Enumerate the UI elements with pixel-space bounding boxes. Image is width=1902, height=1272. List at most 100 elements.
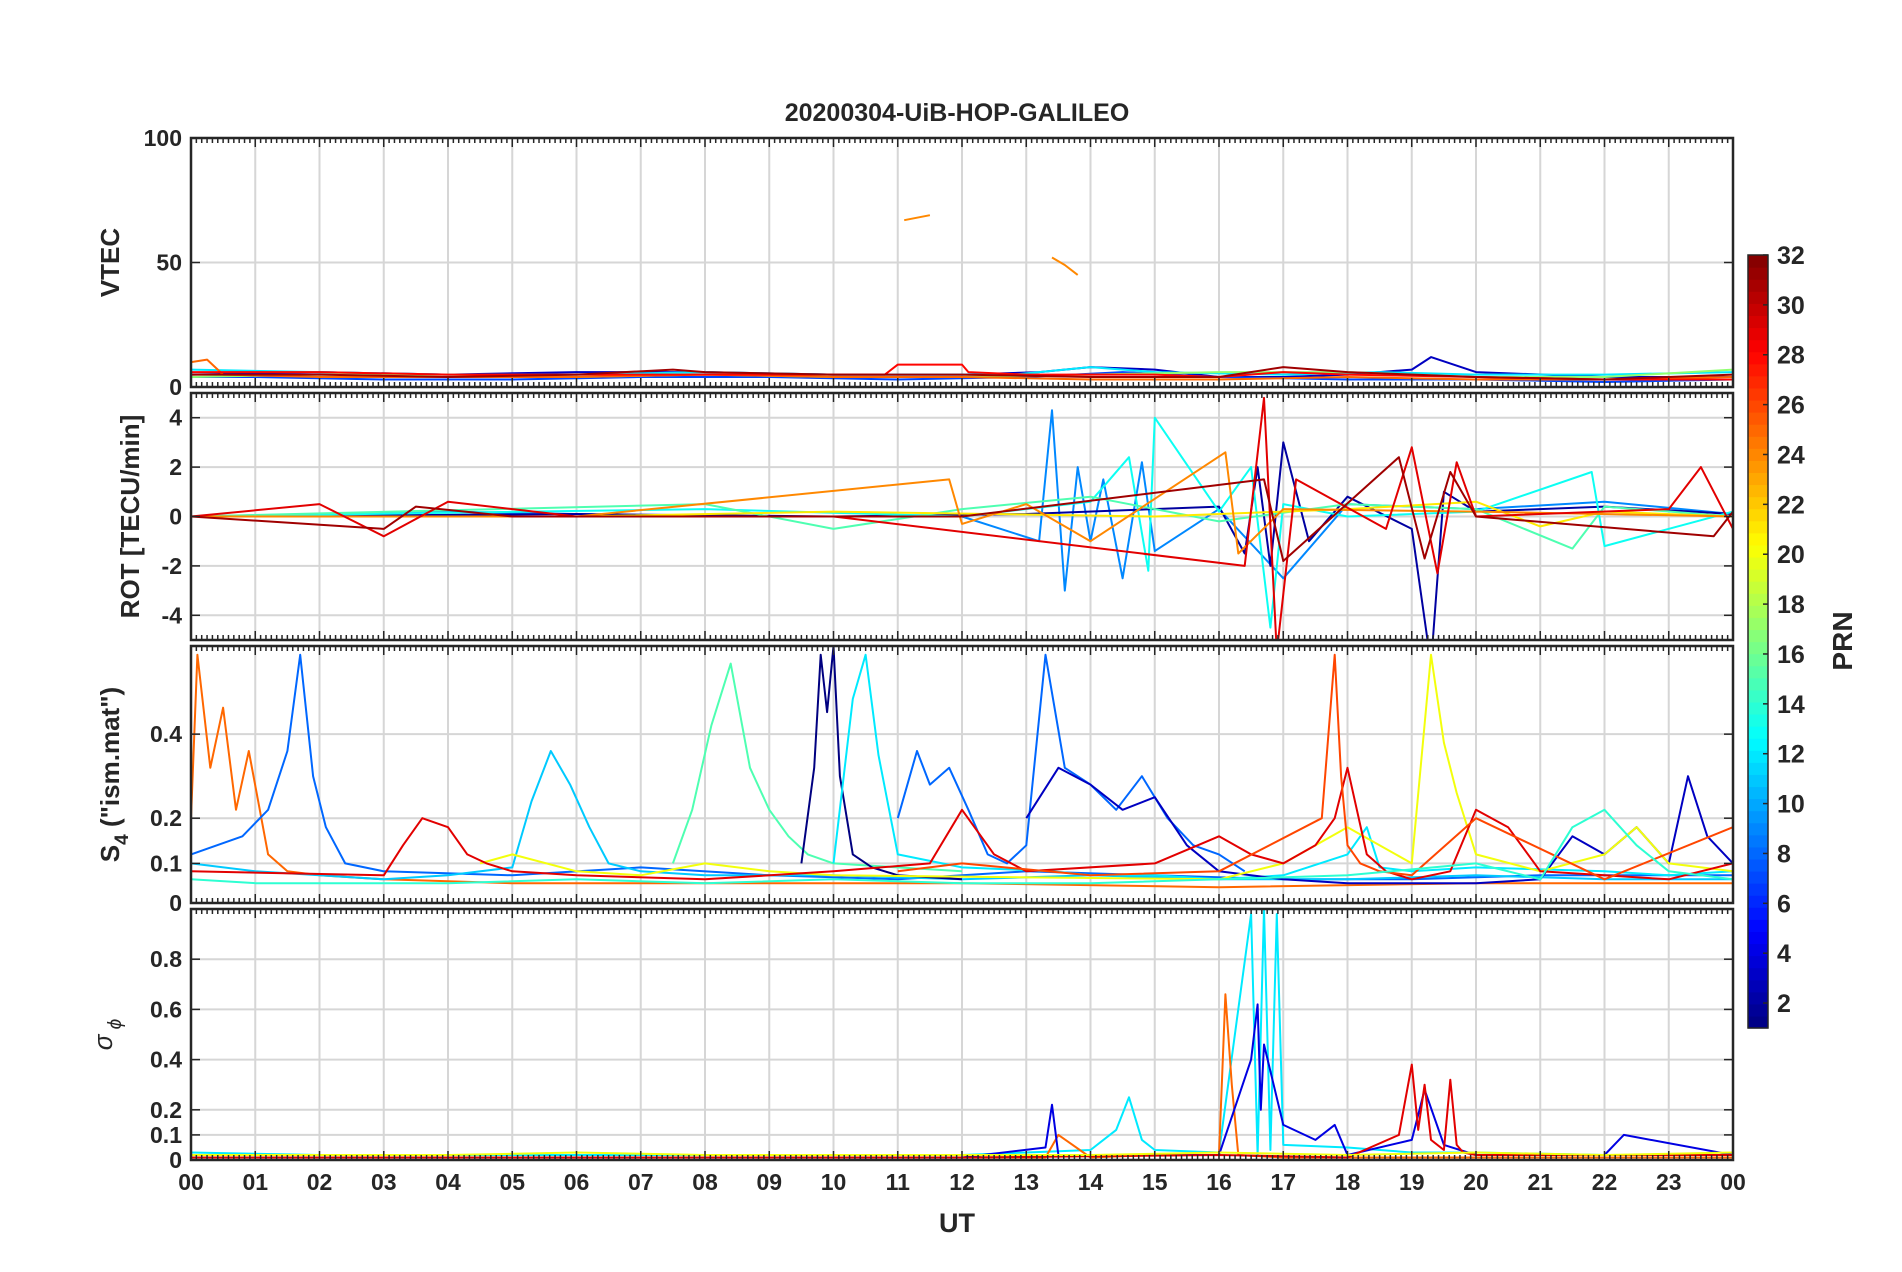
x-tick-label: 02 xyxy=(307,1169,333,1195)
colorbar-step xyxy=(1748,810,1768,824)
colorbar-tick-label: 4 xyxy=(1777,940,1791,968)
y-axis-label: σ ϕ xyxy=(88,1019,126,1051)
y-tick-label: 2 xyxy=(169,454,182,480)
x-tick-label: 11 xyxy=(886,1169,911,1195)
y-axis-label: S4 ("ism.mat") xyxy=(95,687,133,862)
y-axis-label-sub: ϕ xyxy=(105,1019,126,1035)
colorbar-tick-label: 22 xyxy=(1777,491,1805,519)
x-axis-label: UT xyxy=(939,1208,975,1238)
colorbar-tick-label: 2 xyxy=(1777,990,1791,1018)
colorbar-tick-label: 28 xyxy=(1777,342,1805,370)
colorbar-step xyxy=(1748,339,1768,353)
colorbar-tick-label: 16 xyxy=(1777,641,1805,669)
x-tick-label: 07 xyxy=(628,1169,654,1195)
x-tick-label: 23 xyxy=(1656,1169,1682,1195)
colorbar-step xyxy=(1748,424,1768,437)
colorbar-step xyxy=(1748,979,1768,993)
y-tick-label: 4 xyxy=(169,405,182,431)
colorbar-step xyxy=(1748,786,1768,800)
colorbar-step xyxy=(1748,291,1768,304)
y-tick-label: 0 xyxy=(169,504,182,530)
colorbar-step xyxy=(1748,895,1768,908)
colorbar-step xyxy=(1748,907,1768,920)
x-tick-label: 08 xyxy=(692,1169,718,1195)
colorbar-step xyxy=(1748,387,1768,401)
colorbar-step xyxy=(1748,774,1768,788)
colorbar-step xyxy=(1748,484,1768,498)
colorbar-step xyxy=(1748,931,1768,945)
colorbar-step xyxy=(1748,581,1768,594)
x-tick-label: 06 xyxy=(564,1169,590,1195)
colorbar-step xyxy=(1748,315,1768,329)
colorbar-step xyxy=(1748,967,1768,981)
colorbar-step xyxy=(1748,858,1768,872)
colorbar-step xyxy=(1748,738,1768,751)
y-tick-label: 0.4 xyxy=(150,721,182,747)
colorbar-step xyxy=(1748,436,1768,449)
colorbar-step xyxy=(1748,834,1768,848)
colorbar-step xyxy=(1748,279,1768,292)
colorbar-step xyxy=(1748,569,1768,582)
colorbar-step xyxy=(1748,556,1768,570)
x-tick-label: 09 xyxy=(756,1169,782,1195)
colorbar-step xyxy=(1748,532,1768,546)
y-tick-label: 0.2 xyxy=(150,805,182,831)
colorbar-step xyxy=(1748,460,1768,474)
colorbar-tick-label: 30 xyxy=(1777,292,1805,320)
colorbar-step xyxy=(1748,798,1768,812)
x-tick-label: 22 xyxy=(1592,1169,1618,1195)
x-tick-label: 12 xyxy=(949,1169,975,1195)
y-axis-label-sub: 4 xyxy=(112,834,133,845)
y-tick-label: -2 xyxy=(162,553,182,579)
colorbar-step xyxy=(1748,255,1768,268)
x-tick-label: 04 xyxy=(435,1169,461,1195)
y-axis-label-main: σ xyxy=(88,1033,118,1050)
x-tick-label: 15 xyxy=(1142,1169,1168,1195)
colorbar-step xyxy=(1748,870,1768,884)
figure-title: 20200304-UiB-HOP-GALILEO xyxy=(785,99,1130,127)
colorbar-tick-label: 32 xyxy=(1777,242,1805,270)
colorbar-step xyxy=(1748,375,1768,389)
colorbar-step xyxy=(1748,943,1768,957)
colorbar-step xyxy=(1748,629,1768,643)
colorbar-step xyxy=(1748,750,1768,763)
colorbar-step xyxy=(1748,412,1768,425)
y-axis-label-tail: ("ism.mat") xyxy=(95,687,125,834)
x-tick-label: 14 xyxy=(1078,1169,1104,1195)
panel-s4: 0 0.1 0.2 0.4 S4 ("ism.mat") xyxy=(95,644,1735,916)
x-tick-label: 20 xyxy=(1463,1169,1489,1195)
colorbar-tick-label: 12 xyxy=(1777,741,1805,769)
colorbar-step xyxy=(1748,762,1768,775)
y-tick-label: 0.1 xyxy=(150,1122,182,1148)
colorbar-tick-label: 24 xyxy=(1777,441,1805,469)
colorbar-step xyxy=(1748,822,1768,836)
y-axis-label: VTEC xyxy=(95,228,125,298)
colorbar-step xyxy=(1748,351,1768,365)
y-tick-label: 0.4 xyxy=(150,1047,182,1073)
colorbar-step xyxy=(1748,496,1768,510)
panel-rot: -4 -2 0 2 4 ROT [TECU/min] xyxy=(115,391,1735,642)
colorbar-tick-label: 20 xyxy=(1777,541,1805,569)
colorbar-step xyxy=(1748,605,1768,618)
x-tick-label: 19 xyxy=(1399,1169,1425,1195)
colorbar-step xyxy=(1748,689,1768,703)
colorbar-step xyxy=(1748,726,1768,739)
y-tick-label: -4 xyxy=(162,602,183,628)
panels: 050100VTEC-4-2024ROT [TECU/min]00.10.20.… xyxy=(88,125,1746,1195)
colorbar-step xyxy=(1748,713,1768,727)
colorbar-step xyxy=(1748,520,1768,534)
colorbar-step xyxy=(1748,617,1768,631)
colorbar-step xyxy=(1748,508,1768,522)
y-tick-label: 0 xyxy=(169,890,182,916)
colorbar-tick-label: 14 xyxy=(1777,691,1805,719)
colorbar-step xyxy=(1748,641,1768,655)
colorbar: 2468101214161820222426283032PRN xyxy=(1747,242,1858,1029)
x-tick-label: 01 xyxy=(242,1169,268,1195)
y-tick-label: 0.6 xyxy=(150,996,182,1022)
colorbar-tick-label: 18 xyxy=(1777,591,1805,619)
x-tick-label: 18 xyxy=(1335,1169,1361,1195)
y-tick-label: 100 xyxy=(144,125,182,151)
y-tick-label: 50 xyxy=(156,250,182,276)
x-tick-label: 16 xyxy=(1206,1169,1232,1195)
colorbar-step xyxy=(1748,472,1768,486)
